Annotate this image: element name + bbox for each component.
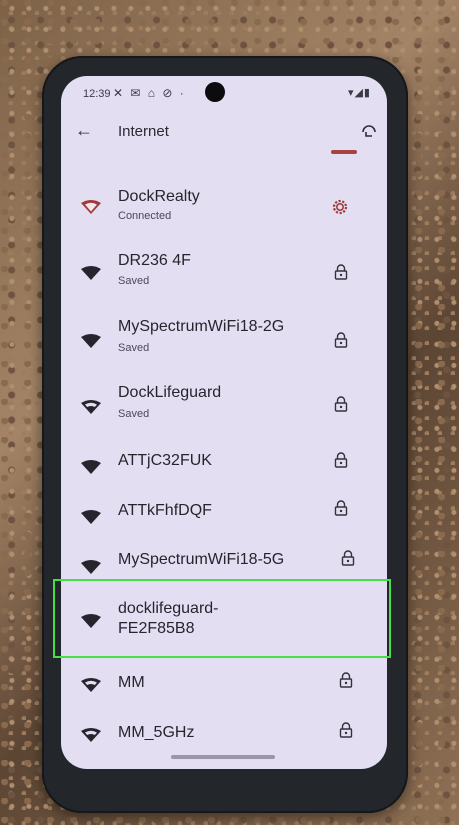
lock-icon (334, 452, 348, 468)
network-ssid: MySpectrumWiFi18-5G (118, 551, 285, 568)
status-bar: 12:39 ✕ ✉ ⌂ ⊘ · ▾◢▮ (61, 76, 387, 110)
network-row-myspectrum-5g[interactable]: MySpectrumWiFi18-5G (61, 546, 387, 590)
wifi-signal-icon (81, 460, 101, 474)
gesture-nav-bar[interactable] (171, 755, 275, 759)
network-row-attjc32fuk[interactable]: ATTjC32FUK (61, 446, 387, 490)
network-ssid-line1: docklifeguard- (118, 600, 219, 617)
wifi-signal-icon (81, 560, 101, 574)
back-arrow-icon[interactable]: ← (75, 120, 93, 141)
lock-icon (339, 722, 353, 738)
network-row-docklifeguard[interactable]: DockLifeguard Saved (61, 380, 387, 436)
network-ssid: DockLifeguard (118, 384, 222, 401)
network-ssid: DockRealty (118, 188, 200, 205)
lock-icon (334, 332, 348, 348)
network-ssid: MM_5GHz (118, 724, 195, 741)
app-bar: ← Internet (61, 116, 387, 148)
network-row-docklifeguard-fe2f85b8[interactable]: docklifeguard- FE2F85B8 (61, 594, 387, 654)
settings-gear-icon[interactable] (331, 198, 349, 216)
lock-icon (334, 264, 348, 280)
phone-screen: 12:39 ✕ ✉ ⌂ ⊘ · ▾◢▮ ← Internet DockRealt… (61, 76, 387, 769)
network-ssid: MySpectrumWiFi18-2G (118, 318, 285, 335)
wifi-signal-icon (81, 614, 101, 628)
network-row-mm[interactable]: MM (61, 668, 387, 712)
lock-icon (339, 672, 353, 688)
wifi-signal-icon (81, 728, 101, 742)
wifi-signal-icon (81, 266, 101, 280)
wifi-signal-icon (81, 400, 101, 414)
lock-icon (334, 396, 348, 412)
network-status: Saved (118, 408, 150, 420)
network-ssid-line2: FE2F85B8 (118, 620, 195, 637)
network-ssid: DR236 4F (118, 252, 191, 269)
network-status: Saved (118, 275, 150, 287)
front-camera (205, 82, 225, 102)
network-row-dockrealty[interactable]: DockRealty Connected (61, 180, 387, 236)
network-row-mm-5ghz[interactable]: MM_5GHz (61, 718, 387, 758)
wifi-signal-icon (81, 678, 101, 692)
lock-icon (341, 550, 355, 566)
notification-icons: ✕ ✉ ⌂ ⊘ · (113, 86, 186, 100)
lock-icon (334, 500, 348, 516)
network-row-dr236[interactable]: DR236 4F Saved (61, 246, 387, 302)
network-status: Saved (118, 342, 150, 354)
network-ssid: MM (118, 674, 145, 691)
network-ssid: ATTkFhfDQF (118, 502, 212, 519)
scroll-indicator (331, 150, 357, 154)
system-icons: ▾◢▮ (347, 87, 371, 99)
page-title: Internet (118, 123, 169, 140)
network-row-attkfhfdqf[interactable]: ATTkFhfDQF (61, 496, 387, 540)
wifi-signal-icon (81, 200, 101, 214)
network-status: Connected (118, 210, 172, 222)
qr-scan-icon[interactable] (361, 122, 377, 138)
status-time: 12:39 (83, 88, 111, 100)
wifi-signal-icon (81, 334, 101, 348)
network-row-myspectrum-2g[interactable]: MySpectrumWiFi18-2G Saved (61, 314, 387, 370)
network-ssid: ATTjC32FUK (118, 452, 212, 469)
wifi-signal-icon (81, 510, 101, 524)
